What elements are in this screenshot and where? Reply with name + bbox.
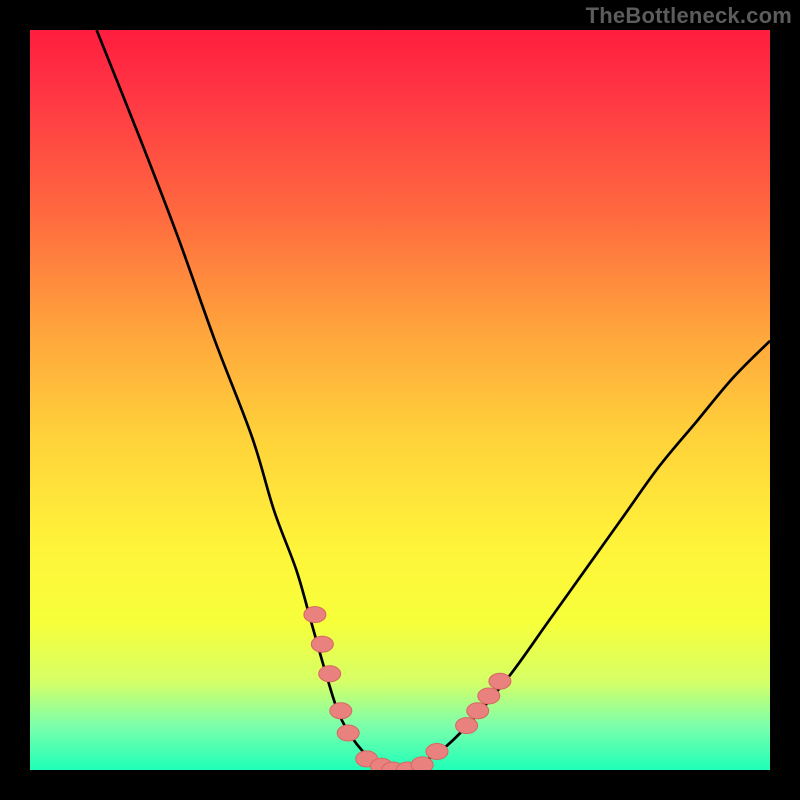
data-marker — [478, 688, 500, 704]
data-marker — [319, 666, 341, 682]
plot-area — [30, 30, 770, 770]
data-marker — [311, 636, 333, 652]
data-marker — [304, 607, 326, 623]
bottleneck-curve — [30, 30, 770, 770]
data-marker — [411, 757, 433, 770]
data-marker — [337, 725, 359, 741]
data-marker — [467, 703, 489, 719]
data-marker — [330, 703, 352, 719]
data-marker — [426, 744, 448, 760]
data-marker — [456, 718, 478, 734]
watermark-text: TheBottleneck.com — [586, 3, 792, 29]
chart-frame: TheBottleneck.com — [0, 0, 800, 800]
data-marker — [489, 673, 511, 689]
marker-layer — [304, 607, 511, 770]
